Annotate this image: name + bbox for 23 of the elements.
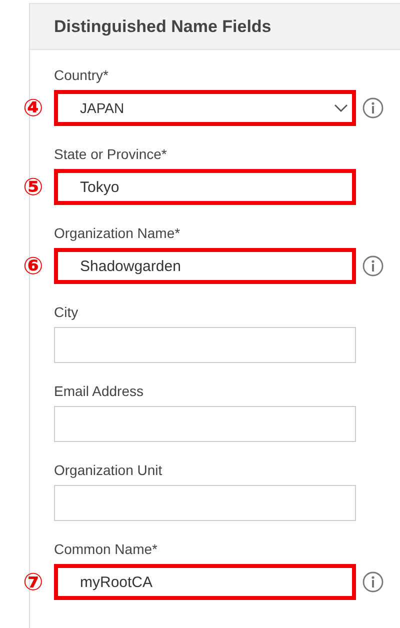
input-field[interactable] <box>54 406 356 442</box>
input-field[interactable]: Tokyo <box>54 169 356 205</box>
step-marker: ④ <box>23 96 44 120</box>
info-icon[interactable] <box>362 97 384 119</box>
panel-title: Distinguished Name Fields <box>54 16 272 36</box>
field-label: City <box>54 304 80 321</box>
input-field[interactable] <box>54 485 356 521</box>
country-dropdown[interactable]: JAPAN <box>54 90 356 126</box>
caret-icon <box>334 104 348 112</box>
field-label: Organization Name* <box>54 225 182 242</box>
field-label: State or Province* <box>54 146 168 163</box>
input-field[interactable] <box>54 327 356 363</box>
input-field[interactable]: myRootCA <box>54 564 356 600</box>
input-field[interactable]: Shadowgarden <box>54 248 356 284</box>
field-label: Organization Unit <box>54 462 164 479</box>
field-label: Country* <box>54 67 110 84</box>
info-icon[interactable] <box>362 255 384 277</box>
field-label: Common Name* <box>54 541 158 558</box>
step-marker: ⑥ <box>23 254 44 278</box>
step-marker: ⑤ <box>23 175 44 199</box>
field-label: Email Address <box>54 383 144 400</box>
step-marker: ⑦ <box>23 570 44 594</box>
info-icon[interactable] <box>362 571 384 593</box>
